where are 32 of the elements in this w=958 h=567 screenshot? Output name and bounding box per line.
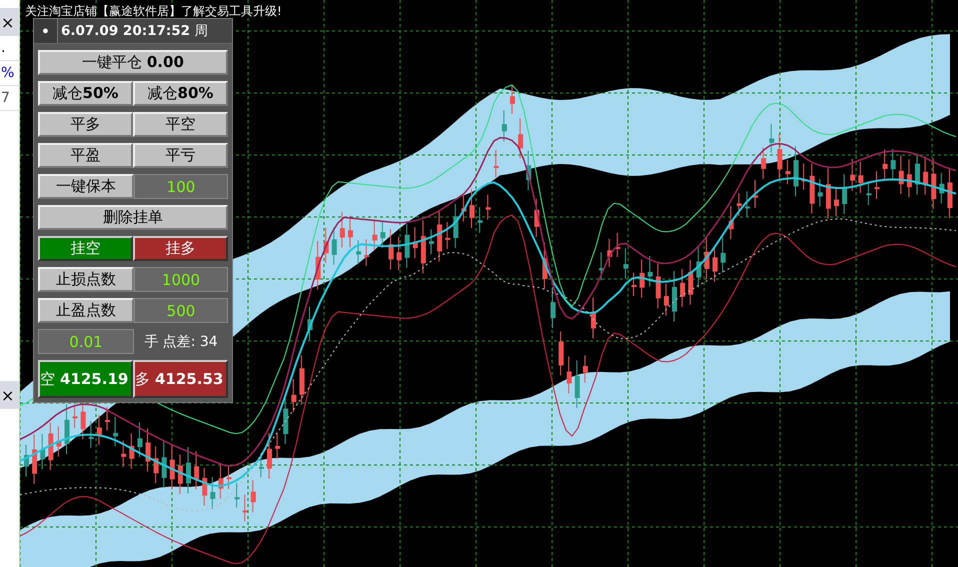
value-field[interactable]: 1000	[134, 267, 228, 292]
panel-button[interactable]: 平空	[133, 112, 228, 137]
panel-button[interactable]: 减仓80%	[133, 81, 228, 106]
panel-button[interactable]: 平多	[38, 112, 133, 137]
panel-button[interactable]: 删除挂单	[38, 205, 228, 230]
side-text: .	[0, 36, 19, 61]
quote-side: 空	[40, 370, 55, 388]
close-button[interactable]: ×	[0, 381, 19, 409]
price-quote[interactable]: 空 4125.19	[38, 360, 133, 398]
quote-side: 多	[135, 370, 150, 388]
notice-text: 关注淘宝店铺【赢途软件居】了解交易工具升级!	[25, 3, 282, 20]
panel-button[interactable]: 平盈	[38, 143, 133, 168]
value-field[interactable]: 500	[134, 298, 228, 323]
panel-button[interactable]: 一键保本	[38, 174, 134, 199]
panel-button[interactable]: 一键平仓 0.00	[38, 50, 228, 75]
value-field[interactable]: 0.01	[38, 329, 134, 354]
panel-button[interactable]: 止损点数	[38, 267, 134, 292]
order-button[interactable]: 挂多	[133, 236, 228, 261]
panel-button[interactable]: 止盈点数	[38, 298, 134, 323]
side-text: 7	[0, 86, 19, 111]
close-button[interactable]: ×	[0, 8, 19, 36]
price-quote[interactable]: 多 4125.53	[133, 360, 228, 398]
panel-button[interactable]: 平亏	[133, 143, 228, 168]
time-text: 6.07.09 20:17:52 周	[60, 22, 208, 40]
order-button[interactable]: 挂空	[38, 236, 133, 261]
value-field[interactable]: 100	[134, 174, 228, 199]
quote-price: 4125.53	[155, 370, 224, 388]
quote-price: 4125.19	[60, 370, 128, 388]
panel-toggle-button[interactable]: ●	[34, 19, 58, 43]
side-text: %	[0, 61, 19, 86]
panel-button[interactable]: 减仓50%	[38, 81, 133, 106]
lot-spread-label: 手 点差: 34	[143, 332, 219, 352]
